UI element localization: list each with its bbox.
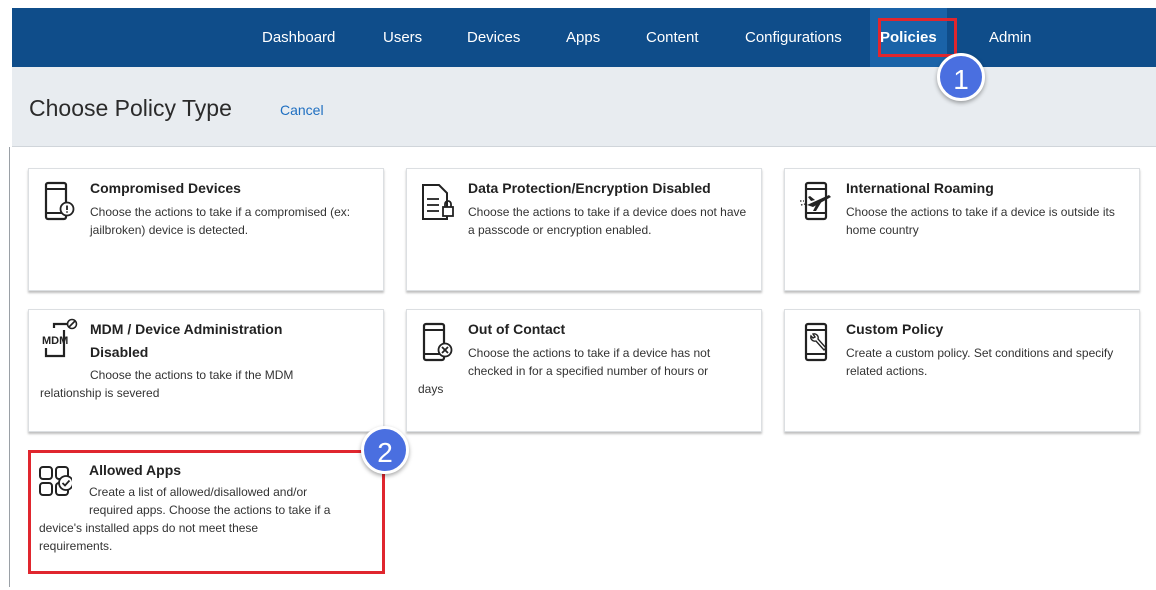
nav-apps[interactable]: Apps [566,8,600,67]
policy-card-international-roaming[interactable]: International Roaming Choose the actions… [784,168,1140,291]
policy-card-custom-policy[interactable]: Custom Policy Create a custom policy. Se… [784,309,1140,432]
policy-card-out-of-contact[interactable]: Out of Contact Choose the actions to tak… [406,309,762,432]
nav-users[interactable]: Users [383,8,422,67]
card-description: Choose the actions to take if a compromi… [90,205,351,237]
phone-wrench-icon [804,322,828,362]
policies-highlight-box [878,18,957,57]
card-title: Out of Contact [468,321,566,337]
policy-card-data-protection[interactable]: Data Protection/Encryption Disabled Choo… [406,168,762,291]
card-title: Compromised Devices [90,180,241,196]
card-description-line-1: Choose the actions to take if the MDM [90,368,294,382]
cancel-link[interactable]: Cancel [280,102,324,118]
card-title-line-1: MDM / Device Administration [90,321,283,337]
policy-card-compromised-devices[interactable]: Compromised Devices Choose the actions t… [28,168,384,291]
nav-dashboard[interactable]: Dashboard [262,8,335,67]
page-title: Choose Policy Type [29,95,232,121]
phone-alert-icon [44,181,75,221]
card-title: Data Protection/Encryption Disabled [468,180,711,196]
top-nav-bar: Dashboard Users Devices Apps Content Con… [12,8,1156,76]
left-divider [9,147,10,587]
card-title-line-2: Disabled [90,344,149,360]
nav-content[interactable]: Content [646,8,699,67]
card-description-line-3: days [418,382,444,396]
allowed-apps-highlight-box [28,450,385,574]
phone-airplane-icon [800,181,831,221]
card-description: Create a custom policy. Set conditions a… [846,346,1114,378]
card-title: International Roaming [846,180,994,196]
nav-devices[interactable]: Devices [467,8,520,67]
mdm-disabled-icon: MDM [42,318,78,358]
nav-admin[interactable]: Admin [989,8,1032,67]
card-description-line-2: relationship is severed [40,386,160,400]
policy-card-mdm-disabled[interactable]: MDM MDM / Device Administration Disabled… [28,309,384,432]
phone-blocked-icon [422,322,453,362]
card-description-line-2: checked in for a specified number of hou… [468,364,709,378]
step-2-badge: 2 [361,426,409,474]
nav-configurations[interactable]: Configurations [745,8,842,67]
card-description-line-1: Choose the actions to take if a device h… [468,346,711,360]
step-1-badge: 1 [937,53,985,101]
card-description: Choose the actions to take if a device d… [468,205,747,237]
card-title: Custom Policy [846,321,944,337]
card-description: Choose the actions to take if a device i… [846,205,1115,237]
document-lock-icon [422,184,454,220]
